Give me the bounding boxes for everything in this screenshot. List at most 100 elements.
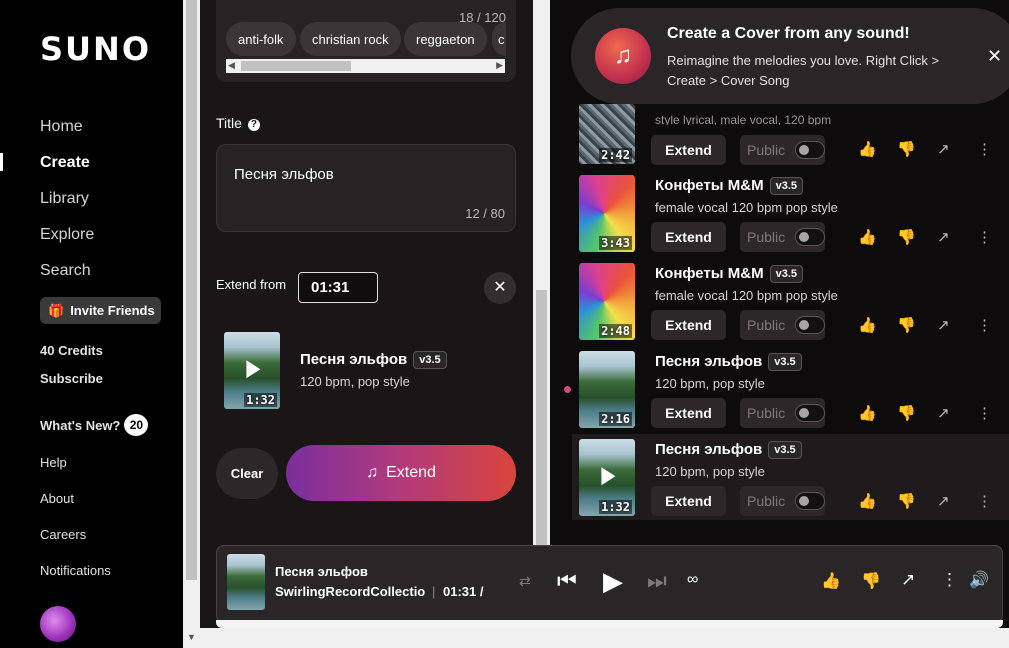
nav-create[interactable]: Create — [40, 154, 90, 172]
thumbs-down-icon[interactable]: 👎 — [897, 492, 916, 510]
tag-chip[interactable]: reggaeton — [404, 22, 487, 56]
scroll-down-arrow-icon[interactable]: ▼ — [187, 632, 196, 642]
song-thumbnail[interactable]: 1:32 — [224, 332, 280, 409]
volume-icon[interactable]: 🔊 — [969, 570, 989, 590]
app: SUNO Home Create Library Explore Search … — [0, 0, 1009, 648]
more-icon[interactable]: ⋮ — [977, 316, 992, 334]
share-icon[interactable]: ↗ — [937, 228, 950, 246]
public-toggle[interactable]: Public — [740, 135, 825, 165]
public-toggle[interactable]: Public — [740, 310, 825, 340]
player-thumbnail[interactable] — [227, 554, 265, 610]
thumbs-down-icon[interactable]: 👎 — [897, 404, 916, 422]
toggle-switch[interactable] — [795, 492, 825, 510]
extend-button[interactable]: Extend — [651, 398, 726, 428]
song-thumbnail[interactable]: 2:42 — [579, 104, 635, 164]
close-icon[interactable]: ✕ — [987, 46, 1002, 67]
play-icon[interactable]: ▶ — [603, 566, 623, 597]
extend-button[interactable]: ♫ Extend — [286, 445, 516, 501]
tag-chip[interactable]: christian rock — [300, 22, 401, 56]
more-icon[interactable]: ⋮ — [977, 140, 992, 158]
song-thumbnail[interactable]: 2:16 — [579, 351, 635, 428]
share-icon[interactable]: ↗ — [937, 140, 950, 158]
about-link[interactable]: About — [40, 491, 74, 506]
thumbs-up-icon[interactable]: 👍 — [821, 571, 841, 591]
song-thumbnail[interactable]: 3:43 — [579, 175, 635, 252]
song-thumbnail[interactable]: 2:48 — [579, 263, 635, 340]
thumbs-up-icon[interactable]: 👍 — [858, 228, 877, 246]
list-item[interactable]: 2:16 Песня эльфов v3.5 120 bpm, pop style… — [572, 346, 1009, 434]
scroll-right-arrow-icon[interactable]: ▶ — [496, 60, 503, 71]
share-icon[interactable]: ↗ — [937, 404, 950, 422]
tags-horizontal-scrollbar[interactable]: ◀ ▶ — [226, 59, 505, 73]
nav-search[interactable]: Search — [40, 262, 91, 280]
repeat-icon[interactable]: ⇄ — [519, 573, 531, 590]
song-duration: 2:16 — [599, 412, 632, 426]
help-icon[interactable]: ? — [247, 119, 260, 131]
extend-button[interactable]: Extend — [651, 222, 726, 252]
toggle-switch[interactable] — [795, 316, 825, 334]
list-item[interactable]: 2:42 style lyrical, male vocal, 120 bpm … — [572, 104, 1009, 170]
toggle-switch[interactable] — [795, 404, 825, 422]
suno-logo[interactable]: SUNO — [40, 30, 151, 68]
thumbs-down-icon[interactable]: 👎 — [897, 316, 916, 334]
help-link[interactable]: Help — [40, 455, 67, 470]
more-icon[interactable]: ⋮ — [941, 570, 958, 590]
next-icon[interactable]: ⏭ — [647, 568, 667, 594]
list-item[interactable]: 2:48 Конфеты M&M v3.5 female vocal 120 bp… — [572, 258, 1009, 346]
panel-scrollbar[interactable] — [533, 0, 550, 545]
song-thumbnail[interactable]: 1:32 — [579, 439, 635, 516]
extend-button[interactable]: Extend — [651, 310, 726, 340]
nav-explore[interactable]: Explore — [40, 226, 94, 244]
player-title[interactable]: Песня эльфов — [275, 564, 368, 579]
more-icon[interactable]: ⋮ — [977, 492, 992, 510]
nav-library[interactable]: Library — [40, 190, 89, 208]
share-icon[interactable]: ↗ — [901, 570, 915, 590]
thumbs-up-icon[interactable]: 👍 — [858, 316, 877, 334]
notifications-link[interactable]: Notifications — [40, 563, 111, 578]
extend-button[interactable]: Extend — [651, 486, 726, 516]
scrollbar-thumb[interactable] — [536, 290, 547, 545]
public-toggle[interactable]: Public — [740, 222, 825, 252]
song-duration: 1:32 — [244, 393, 277, 407]
scrollbar-thumb[interactable] — [186, 0, 197, 580]
public-toggle[interactable]: Public — [740, 398, 825, 428]
player-artist[interactable]: SwirlingRecordCollection — [275, 584, 425, 599]
careers-link[interactable]: Careers — [40, 527, 86, 542]
tag-chip[interactable]: c — [492, 22, 506, 56]
public-toggle[interactable]: Public — [740, 486, 825, 516]
scrollbar-thumb[interactable] — [241, 61, 351, 71]
player-progress-track[interactable] — [216, 620, 1003, 628]
toggle-switch[interactable] — [795, 141, 825, 159]
title-input[interactable]: Песня эльфов 12 / 80 — [216, 144, 516, 232]
thumbs-up-icon[interactable]: 👍 — [858, 404, 877, 422]
previous-icon[interactable]: ⏮ — [557, 568, 577, 594]
toggle-switch[interactable] — [795, 228, 825, 246]
tag-chip[interactable]: anti-folk — [226, 22, 296, 56]
close-icon[interactable]: ✕ — [484, 272, 516, 304]
title-value: Песня эльфов — [234, 166, 334, 183]
loop-icon[interactable]: ∞ — [687, 571, 698, 589]
more-icon[interactable]: ⋮ — [977, 228, 992, 246]
extend-from-input[interactable]: 01:31 — [298, 272, 378, 303]
nav-home[interactable]: Home — [40, 118, 83, 136]
thumbs-up-icon[interactable]: 👍 — [858, 492, 877, 510]
subscribe-link[interactable]: Subscribe — [40, 371, 103, 386]
list-item[interactable]: 3:43 Конфеты M&M v3.5 female vocal 120 bp… — [572, 170, 1009, 258]
clear-button[interactable]: Clear — [216, 448, 278, 499]
whats-new-link[interactable]: What's New? 20 — [40, 414, 149, 436]
avatar[interactable] — [40, 606, 76, 642]
sidebar-scrollbar[interactable]: ▼ — [183, 0, 200, 648]
extend-button[interactable]: Extend — [651, 135, 726, 165]
thumbs-down-icon[interactable]: 👎 — [861, 571, 881, 591]
list-item-selected[interactable]: 1:32 Песня эльфов v3.5 120 bpm, pop style… — [572, 434, 1009, 520]
thumbs-down-icon[interactable]: 👎 — [897, 140, 916, 158]
thumbs-down-icon[interactable]: 👎 — [897, 228, 916, 246]
share-icon[interactable]: ↗ — [937, 492, 950, 510]
extend-from-label: Extend from — [216, 277, 287, 292]
scroll-left-arrow-icon[interactable]: ◀ — [228, 60, 235, 71]
share-icon[interactable]: ↗ — [937, 316, 950, 334]
thumbs-up-icon[interactable]: 👍 — [858, 140, 877, 158]
more-icon[interactable]: ⋮ — [977, 404, 992, 422]
invite-friends-button[interactable]: 🎁 Invite Friends — [40, 297, 161, 324]
whats-new-badge: 20 — [124, 414, 149, 436]
